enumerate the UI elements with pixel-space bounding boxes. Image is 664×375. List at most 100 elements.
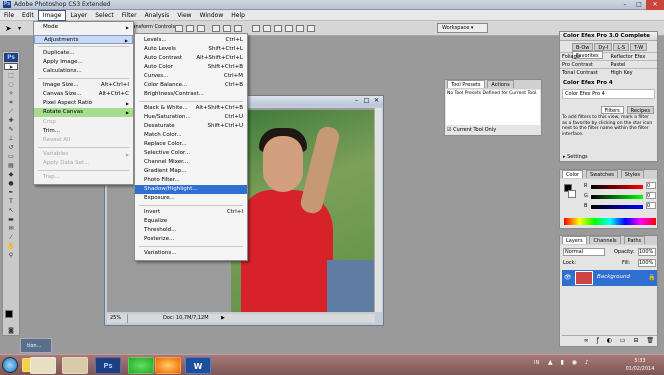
adjustments-item-auto-contrast[interactable]: Auto Contrast Alt+Shift+Ctrl+L [135,54,247,63]
zoom-tool-icon[interactable]: ⚲ [4,252,18,259]
menu-image[interactable]: Image [37,9,67,21]
image-menu-item-image-size[interactable]: Image Size... Alt+Ctrl+I [34,81,133,90]
brush-tool-icon[interactable]: ✎ [4,126,18,133]
zoom-level[interactable]: 25% [110,314,129,323]
tab-layers[interactable]: Layers [562,236,587,244]
color-efex-filter-item[interactable]: Pro Contrast [560,61,609,68]
move-tool-icon[interactable]: ➤ [5,24,12,33]
adjustments-item-desaturate[interactable]: Desaturate Shift+Ctrl+U [135,122,247,131]
adjustments-item-variations[interactable]: Variations... [135,249,247,258]
recipes-button[interactable]: Recipes [626,106,654,114]
hand-tool-icon[interactable]: ✋ [4,243,18,250]
distribute-1-button[interactable] [252,25,260,32]
opacity-field[interactable]: 100% [638,248,656,256]
adjustments-item-brightness-contrast[interactable]: Brightness/Contrast... [135,90,247,99]
blend-mode-dropdown[interactable]: Normal [563,248,605,256]
settings-arrow-icon[interactable]: ▸ [563,154,566,160]
healing-brush-tool-icon[interactable]: ✚ [4,117,18,124]
eyedropper-tool-icon[interactable]: ⁄ [4,234,18,241]
r-value[interactable]: 0 [646,182,656,189]
menu-edit[interactable]: Edit [18,10,38,21]
tab-color[interactable]: Color [562,170,584,178]
app-taskbar-icon[interactable] [62,357,88,374]
b-slider[interactable] [591,205,643,209]
firefox-taskbar-icon[interactable] [155,357,181,374]
menu-filter[interactable]: Filter [118,10,141,21]
notes-tool-icon[interactable]: ✉ [4,225,18,232]
tab-swatches[interactable]: Swatches [585,170,618,178]
path-selection-tool-icon[interactable]: ↖ [4,207,18,214]
image-menu-item-trim[interactable]: Trim... [34,127,133,136]
adjustments-item-shadow-highlight[interactable]: Shadow/Highlight... [135,185,247,194]
color-efex-filter-item[interactable]: Tonal Contrast [560,69,609,76]
image-menu-item-adjustments[interactable]: Adjustments ▶ [34,35,133,44]
color-spectrum-bar[interactable] [564,218,656,225]
lasso-tool-icon[interactable]: ◌ [4,81,18,88]
image-menu-item-calculations[interactable]: Calculations... [34,67,133,76]
color-efex-filter-item[interactable]: Pastel [609,61,658,68]
foreground-color-swatch[interactable] [5,310,13,318]
language-indicator[interactable]: IN [534,360,539,366]
layer-row-background[interactable]: 👁 Background 🔒 [562,270,657,286]
word-taskbar-icon[interactable]: W [185,357,211,374]
r-slider[interactable] [591,185,643,189]
menu-layer[interactable]: Layer [66,10,91,21]
gradient-tool-icon[interactable]: ▤ [4,162,18,169]
adjustments-item-channel-mixer[interactable]: Channel Mixer... [135,158,247,167]
adjustments-item-invert[interactable]: Invert Ctrl+I [135,208,247,217]
clock[interactable]: 5:33 01/02/2014 [620,357,660,373]
eraser-tool-icon[interactable]: ▭ [4,153,18,160]
dodge-tool-icon[interactable]: ● [4,180,18,187]
adjustments-item-posterize[interactable]: Posterize... [135,235,247,244]
status-menu-arrow-icon[interactable]: ▶ [221,314,225,323]
adjustments-item-curves[interactable]: Curves... Ctrl+M [135,72,247,81]
minimized-doc-button[interactable]: tion... [20,338,52,353]
current-tool-only-checkbox[interactable]: ☑ [447,127,451,133]
image-menu-item-pixel-aspect-ratio[interactable]: Pixel Aspect Ratio ▶ [34,99,133,108]
adjustments-item-match-color[interactable]: Match Color... [135,131,247,140]
adjustments-item-black-white[interactable]: Black & White... Alt+Shift+Ctrl+B [135,104,247,113]
align-right-button[interactable] [234,25,242,32]
g-slider[interactable] [591,195,643,199]
minimize-button[interactable]: – [618,0,632,10]
workspace-dropdown[interactable]: Workspace ▾ [437,23,489,33]
menu-file[interactable]: File [0,10,18,21]
pen-tool-icon[interactable]: ✒ [4,189,18,196]
adjustments-item-gradient-map[interactable]: Gradient Map... [135,167,247,176]
color-efex-tab-b-ow[interactable]: B-Ow [572,43,594,51]
tab-styles[interactable]: Styles [620,170,644,178]
distribute-2-button[interactable] [263,25,271,32]
move-tool-icon[interactable]: ➤ [4,63,18,71]
filters-button[interactable]: Filters [600,106,624,114]
adjustments-item-threshold[interactable]: Threshold... [135,226,247,235]
image-menu-item-canvas-size[interactable]: Canvas Size... Alt+Ctrl+C [34,90,133,99]
fill-field[interactable]: 100% [638,259,656,267]
tray-icons[interactable]: ▲ ▮ ◉ ♪ [548,359,592,366]
menu-view[interactable]: View [173,10,195,21]
align-bottom-button[interactable] [197,25,205,32]
folder-taskbar-icon[interactable] [30,357,56,374]
image-menu-item-apply-image[interactable]: Apply Image... [34,58,133,67]
tab-paths[interactable]: Paths [623,236,646,244]
color-efex-tab-l-s[interactable]: L-S [613,43,630,51]
color-efex-item[interactable]: Color Efex Pro 4 [562,89,655,99]
close-button[interactable]: ✕ [646,0,664,10]
adjustments-item-exposure[interactable]: Exposure... [135,194,247,203]
adjustments-item-equalize[interactable]: Equalize [135,217,247,226]
image-menu-item-mode[interactable]: Mode ▶ [34,23,133,32]
g-value[interactable]: 0 [646,192,656,199]
adjustments-item-auto-color[interactable]: Auto Color Shift+Ctrl+B [135,63,247,72]
start-button[interactable] [2,357,18,373]
settings-label[interactable]: Settings [567,154,588,160]
slice-tool-icon[interactable]: ⟋ [4,108,18,115]
blur-tool-icon[interactable]: ◆ [4,171,18,178]
adjustments-item-replace-color[interactable]: Replace Color... [135,140,247,149]
color-efex-tab-dy-i[interactable]: Dy-I [594,43,613,51]
adjustments-item-hue-saturation[interactable]: Hue/Saturation... Ctrl+U [135,113,247,122]
menu-window[interactable]: Window [196,10,228,21]
adjustments-item-color-balance[interactable]: Color Balance... Ctrl+B [135,81,247,90]
color-efex-filter-item[interactable]: Reflector Efex [609,53,658,60]
media-taskbar-icon[interactable] [128,357,154,374]
history-brush-tool-icon[interactable]: ↺ [4,144,18,151]
distribute-4-button[interactable] [285,25,293,32]
